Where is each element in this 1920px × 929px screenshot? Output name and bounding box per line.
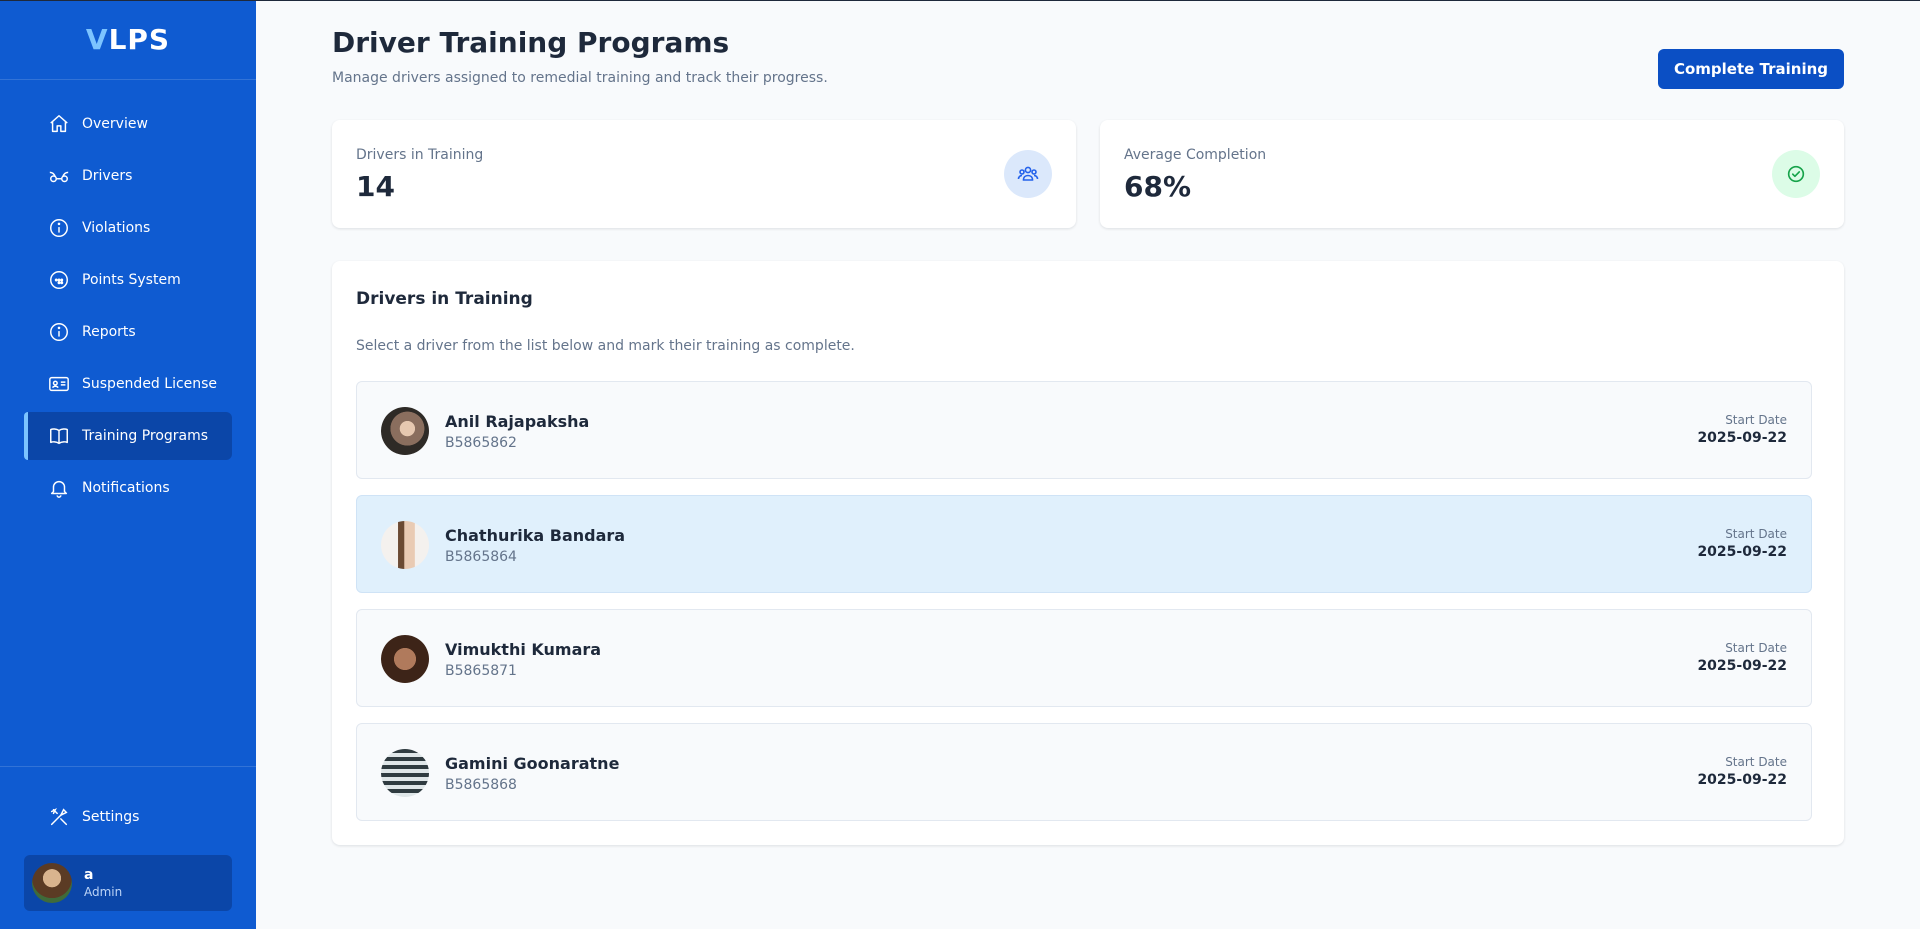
start-date-value: 2025-09-22 — [1697, 658, 1787, 674]
sidebar-item-label: Reports — [82, 324, 136, 340]
driver-name: Vimukthi Kumara — [445, 640, 602, 659]
driver-name: Gamini Goonaratne — [445, 754, 620, 773]
driver-license-id: B5865871 — [445, 663, 517, 679]
top-border — [0, 0, 1920, 1]
start-date-label: Start Date — [1725, 527, 1787, 541]
stat-value: 14 — [356, 170, 395, 203]
home-icon — [48, 113, 70, 135]
sidebar-item-suspended-license[interactable]: Suspended License — [24, 360, 232, 408]
page-subtitle: Manage drivers assigned to remedial trai… — [332, 70, 828, 86]
sidebar-item-reports[interactable]: Reports — [24, 308, 232, 356]
start-date-label: Start Date — [1725, 641, 1787, 655]
driver-license-id: B5865864 — [445, 549, 517, 565]
start-date-label: Start Date — [1725, 413, 1787, 427]
page-title: Driver Training Programs — [332, 26, 730, 59]
driver-license-id: B5865868 — [445, 777, 517, 793]
sidebar-item-violations[interactable]: Violations — [24, 204, 232, 252]
sidebar-item-notifications[interactable]: Notifications — [24, 464, 232, 512]
avatar — [381, 749, 429, 797]
sidebar-item-label: Overview — [82, 116, 148, 132]
info-icon — [48, 321, 70, 343]
complete-training-button[interactable]: Complete Training — [1658, 49, 1844, 89]
sidebar-footer: Settings a Admin — [0, 766, 256, 929]
stat-value: 68% — [1124, 170, 1192, 203]
sidebar-item-label: Training Programs — [82, 428, 209, 444]
users-icon — [1004, 150, 1052, 198]
check-circle-icon — [1772, 150, 1820, 198]
stat-card-average-completion: Average Completion 68% — [1100, 120, 1844, 228]
sidebar-item-settings[interactable]: Settings — [24, 793, 232, 841]
sidebar-item-drivers[interactable]: Drivers — [24, 152, 232, 200]
panel-subtitle: Select a driver from the list below and … — [356, 338, 855, 354]
logo-text: LPS — [108, 23, 171, 56]
panel-title: Drivers in Training — [356, 289, 533, 309]
avatar — [381, 635, 429, 683]
points-icon — [48, 269, 70, 291]
sidebar-item-label: Notifications — [82, 480, 170, 496]
sidebar-item-label: Drivers — [82, 168, 133, 184]
sidebar: V LPS Overview Drivers Violations Points … — [0, 0, 256, 929]
start-date-value: 2025-09-22 — [1697, 772, 1787, 788]
user-role: Admin — [84, 885, 123, 899]
sidebar-item-points-system[interactable]: Points System — [24, 256, 232, 304]
sidebar-item-label: Suspended License — [82, 376, 218, 392]
id-card-icon — [48, 373, 70, 395]
info-icon — [48, 217, 70, 239]
book-icon — [48, 425, 70, 447]
driver-name: Anil Rajapaksha — [445, 412, 590, 431]
sidebar-item-label: Settings — [82, 809, 140, 825]
logo-accent-letter: V — [85, 23, 109, 56]
avatar — [32, 863, 72, 903]
stat-label: Drivers in Training — [356, 147, 484, 163]
stat-label: Average Completion — [1124, 147, 1267, 163]
app-logo[interactable]: V LPS — [0, 0, 256, 80]
sidebar-nav: Overview Drivers Violations Points Syste… — [0, 80, 256, 512]
start-date-label: Start Date — [1725, 755, 1787, 769]
driver-name: Chathurika Bandara — [445, 526, 626, 545]
driver-list: Anil Rajapaksha B5865862 Start Date 2025… — [356, 381, 1812, 837]
driver-row[interactable]: Chathurika Bandara B5865864 Start Date 2… — [356, 495, 1812, 593]
settings-tools-icon — [48, 806, 70, 828]
driver-row[interactable]: Vimukthi Kumara B5865871 Start Date 2025… — [356, 609, 1812, 707]
stat-card-drivers-in-training: Drivers in Training 14 — [332, 120, 1076, 228]
sidebar-item-label: Violations — [82, 220, 151, 236]
start-date-value: 2025-09-22 — [1697, 544, 1787, 560]
bell-icon — [48, 477, 70, 499]
user-info: a Admin — [84, 867, 122, 899]
driver-license-id: B5865862 — [445, 435, 517, 451]
driver-row[interactable]: Gamini Goonaratne B5865868 Start Date 20… — [356, 723, 1812, 821]
drivers-icon — [48, 165, 70, 187]
user-profile-card[interactable]: a Admin — [24, 855, 232, 911]
driver-row[interactable]: Anil Rajapaksha B5865862 Start Date 2025… — [356, 381, 1812, 479]
sidebar-item-label: Points System — [82, 272, 181, 288]
start-date-value: 2025-09-22 — [1697, 430, 1787, 446]
sidebar-item-overview[interactable]: Overview — [24, 100, 232, 148]
avatar — [381, 521, 429, 569]
sidebar-item-training-programs[interactable]: Training Programs — [24, 412, 232, 460]
avatar — [381, 407, 429, 455]
user-name: a — [84, 867, 94, 883]
drivers-in-training-panel: Drivers in Training Select a driver from… — [332, 261, 1844, 845]
